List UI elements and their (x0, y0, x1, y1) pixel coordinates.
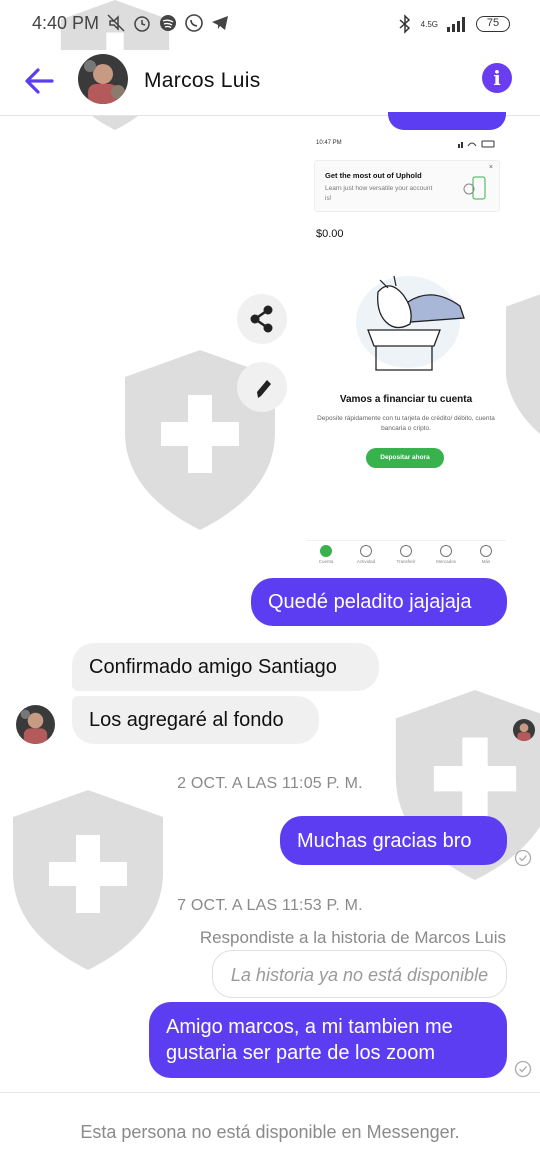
timestamp: 2 OCT. A LAS 11:05 P. M. (177, 775, 363, 792)
bluetooth-icon (399, 14, 410, 34)
whatsapp-icon (185, 14, 203, 32)
card-subtitle: Learn just how versatile your account is… (325, 185, 433, 202)
timestamp: 7 OCT. A LAS 11:53 P. M. (177, 897, 363, 914)
edit-button[interactable] (237, 362, 287, 412)
uphold-promo-card: Get the most out of Uphold Learn just ho… (314, 160, 500, 212)
image-bottom-nav: Cuenta Actividad Transferir Mercados Más (306, 540, 506, 572)
signal-icon (447, 17, 465, 32)
system-icons: 4.5G 75 (397, 14, 510, 34)
mute-icon (107, 14, 125, 32)
image-nav-item: Más (468, 541, 504, 572)
sent-check-icon (514, 849, 532, 867)
image-nav-item: Actividad (348, 541, 384, 572)
card-title: Get the most out of Uphold (325, 171, 422, 180)
previous-message-bubble[interactable] (388, 112, 506, 130)
back-arrow-icon[interactable] (22, 64, 56, 98)
incoming-message[interactable]: Confirmado amigo Santiago (72, 643, 379, 691)
story-reply-note: Respondiste a la historia de Marcos Luis (199, 928, 506, 947)
share-button[interactable] (237, 294, 287, 344)
image-heading: Vamos a financiar tu cuenta (339, 394, 473, 405)
outgoing-message[interactable]: Amigo marcos, a mi tambien me gustaria s… (149, 1002, 507, 1078)
deposit-now-button: Depositar ahora (366, 448, 444, 468)
image-nav-item: Mercados (428, 541, 464, 572)
chat-header: Marcos Luis i (0, 50, 540, 116)
balance-amount: $0.00 (316, 228, 344, 240)
contact-name[interactable]: Marcos Luis (144, 69, 261, 93)
image-status-icons (458, 140, 495, 148)
spotify-icon (160, 15, 176, 31)
shield-watermark-icon (505, 294, 540, 434)
pencil-icon (257, 380, 271, 398)
image-description: Deposite rápidamente con tu tarjeta de c… (317, 415, 495, 432)
image-nav-item: Cuenta (308, 541, 344, 572)
outgoing-message[interactable]: Muchas gracias bro (280, 816, 507, 865)
unavailable-notice: Esta persona no está disponible en Messe… (80, 1122, 460, 1142)
share-icon (250, 305, 273, 333)
shared-image[interactable]: 10:47 PM Get the most out of Uphold Lear… (306, 132, 506, 572)
battery-indicator: 75 (476, 16, 510, 32)
info-icon[interactable]: i (482, 63, 512, 93)
shield-watermark-icon (13, 790, 163, 970)
status-bar: 4:40 PM 4.5G 75 (0, 0, 540, 50)
status-time: 4:40 PM (32, 13, 100, 33)
telegram-icon (212, 16, 228, 30)
phone-illustration-icon (463, 176, 486, 200)
read-receipt-avatar (513, 719, 535, 741)
contact-avatar[interactable] (16, 705, 55, 744)
avatar[interactable] (78, 54, 128, 104)
alarm-icon (134, 16, 150, 32)
sent-check-icon (514, 1060, 532, 1078)
outgoing-message[interactable]: Quedé peladito jajajaja (251, 578, 507, 626)
image-status-time: 10:47 PM (316, 140, 342, 146)
network-type: 4.5G (420, 19, 438, 29)
card-close-icon: × (488, 164, 493, 171)
piggy-bank-illustration-icon (356, 275, 465, 371)
notification-icons (106, 13, 230, 33)
story-unavailable-box: La historia ya no está disponible (212, 950, 507, 998)
incoming-message[interactable]: Los agregaré al fondo (72, 696, 319, 744)
image-nav-item: Transferir (388, 541, 424, 572)
